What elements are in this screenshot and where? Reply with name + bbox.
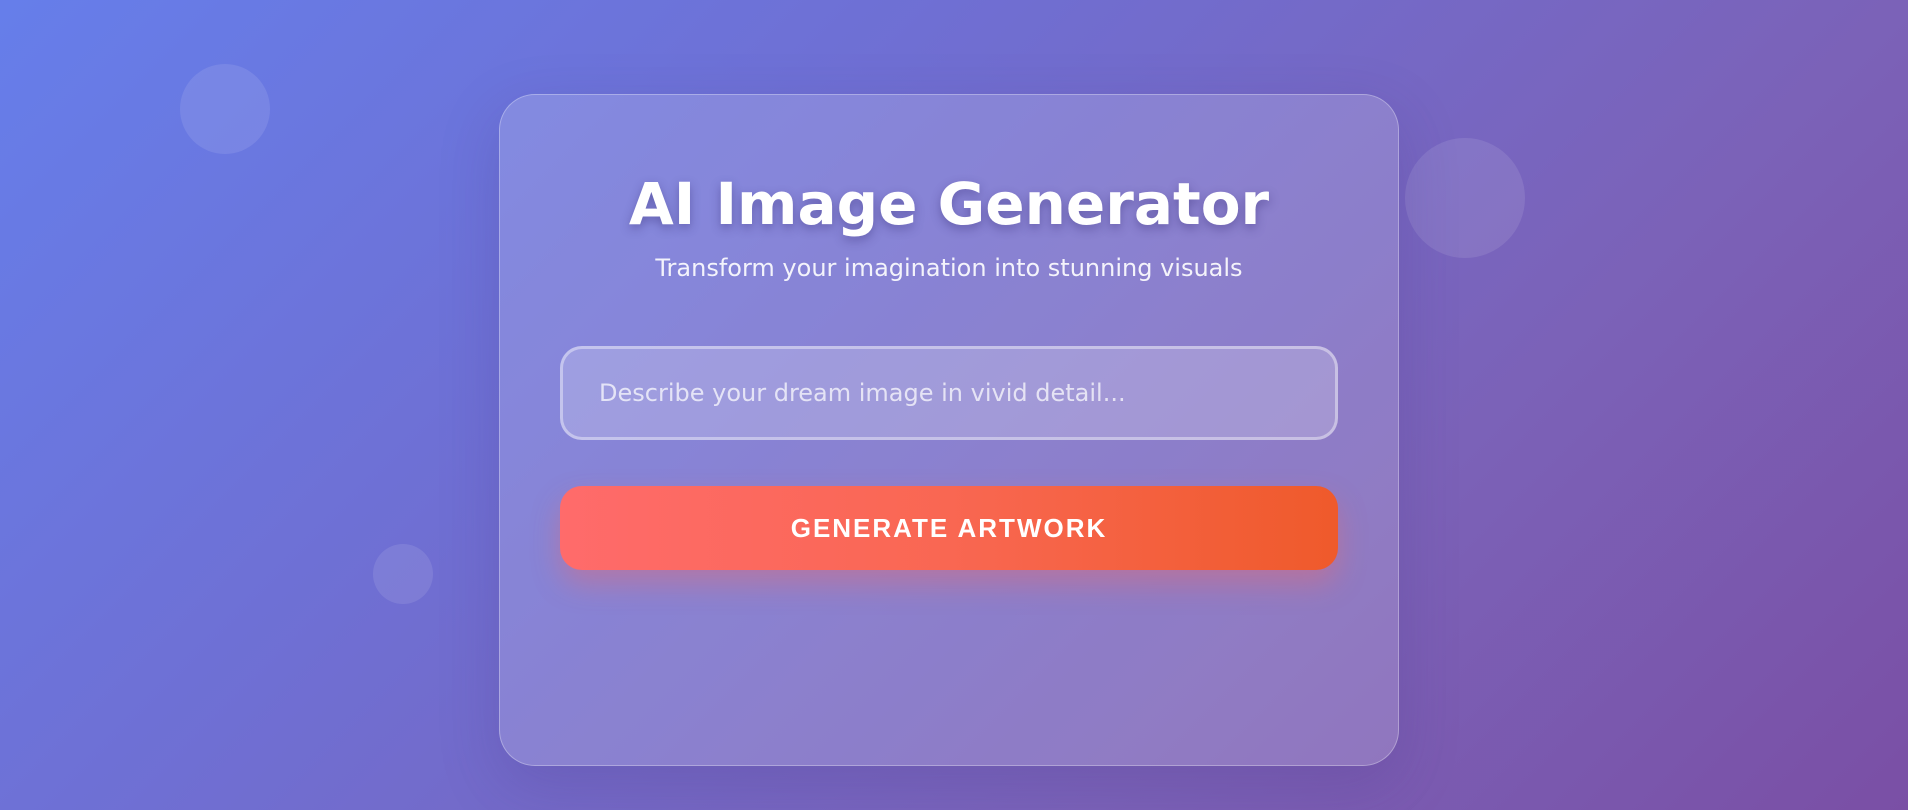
decorative-bubble-right	[1405, 138, 1525, 258]
prompt-input[interactable]	[560, 346, 1338, 440]
page-subtitle: Transform your imagination into stunning…	[655, 254, 1243, 282]
decorative-bubble-bottom-left	[373, 544, 433, 604]
page-title: AI Image Generator	[628, 170, 1270, 238]
decorative-bubble-top-left	[180, 64, 270, 154]
generate-artwork-button[interactable]: GENERATE ARTWORK	[560, 486, 1338, 570]
generator-card: AI Image Generator Transform your imagin…	[499, 94, 1399, 766]
